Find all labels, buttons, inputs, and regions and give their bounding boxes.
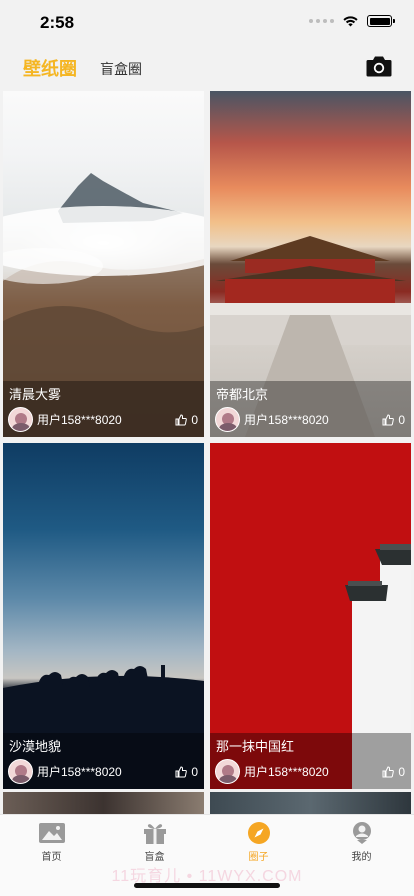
camera-icon bbox=[366, 56, 392, 77]
wifi-icon bbox=[343, 16, 358, 27]
card-user[interactable]: 用户158***8020 bbox=[215, 759, 329, 784]
tab-circle[interactable]: 圈子 bbox=[207, 821, 310, 863]
like-button[interactable]: 0 bbox=[382, 765, 405, 779]
thumbs-up-icon bbox=[175, 414, 188, 426]
card-user[interactable]: 用户158***8020 bbox=[8, 407, 122, 432]
wallpaper-card-desert[interactable]: 沙漠地貌 用户158***8020 0 bbox=[3, 443, 204, 789]
user-name: 用户158***8020 bbox=[244, 765, 329, 779]
tab-wallpaper-circle[interactable]: 壁纸圈 bbox=[23, 55, 77, 81]
like-button[interactable]: 0 bbox=[175, 765, 198, 779]
signal-icon bbox=[309, 19, 334, 23]
wallpaper-card-chinese-red[interactable]: 那一抹中国红 用户158***8020 0 bbox=[210, 443, 411, 789]
tab-mine[interactable]: 我的 bbox=[310, 821, 413, 863]
thumbs-up-icon bbox=[382, 414, 395, 426]
like-count: 0 bbox=[398, 765, 405, 779]
like-count: 0 bbox=[191, 765, 198, 779]
like-count: 0 bbox=[191, 413, 198, 427]
card-title: 那一抹中国红 bbox=[216, 739, 295, 754]
card-user[interactable]: 用户158***8020 bbox=[215, 407, 329, 432]
compass-icon bbox=[247, 822, 270, 844]
profile-icon bbox=[352, 822, 371, 844]
wallpaper-card-partial[interactable] bbox=[3, 792, 204, 814]
picture-icon bbox=[38, 823, 65, 843]
like-button[interactable]: 0 bbox=[382, 413, 405, 427]
avatar bbox=[8, 407, 33, 432]
avatar bbox=[215, 759, 240, 784]
tab-label: 圈子 bbox=[248, 852, 269, 863]
thumbs-up-icon bbox=[175, 766, 188, 778]
wallpaper-card-partial[interactable] bbox=[210, 792, 411, 814]
like-button[interactable]: 0 bbox=[175, 413, 198, 427]
tab-label: 盲盒 bbox=[144, 852, 165, 863]
tab-label: 我的 bbox=[351, 852, 372, 863]
like-count: 0 bbox=[398, 413, 405, 427]
user-name: 用户158***8020 bbox=[37, 765, 122, 779]
wallpaper-card-imperial-beijing[interactable]: 帝都北京 用户158***8020 0 bbox=[210, 91, 411, 437]
header: 壁纸圈 盲盒圈 bbox=[0, 44, 414, 90]
card-user[interactable]: 用户158***8020 bbox=[8, 759, 122, 784]
tab-home[interactable]: 首页 bbox=[0, 821, 103, 863]
avatar bbox=[8, 759, 33, 784]
tab-blindbox[interactable]: 盲盒 bbox=[103, 821, 206, 863]
card-title: 清晨大雾 bbox=[9, 387, 62, 402]
camera-button[interactable] bbox=[366, 54, 392, 78]
thumbs-up-icon bbox=[382, 766, 395, 778]
status-icons bbox=[309, 15, 395, 27]
card-title: 帝都北京 bbox=[216, 387, 269, 402]
gift-icon bbox=[143, 824, 166, 844]
status-time: 2:58 bbox=[40, 13, 75, 32]
card-title: 沙漠地貌 bbox=[9, 739, 62, 754]
user-name: 用户158***8020 bbox=[37, 413, 122, 427]
user-name: 用户158***8020 bbox=[244, 413, 329, 427]
status-bar: 2:58 bbox=[0, 0, 414, 44]
avatar bbox=[215, 407, 240, 432]
home-indicator[interactable] bbox=[134, 883, 280, 888]
wallpaper-card-morning-fog[interactable]: 清晨大雾 用户158***8020 0 bbox=[3, 91, 204, 437]
tab-label: 首页 bbox=[41, 852, 62, 863]
battery-icon bbox=[367, 15, 395, 27]
tab-blindbox-circle[interactable]: 盲盒圈 bbox=[100, 59, 142, 79]
